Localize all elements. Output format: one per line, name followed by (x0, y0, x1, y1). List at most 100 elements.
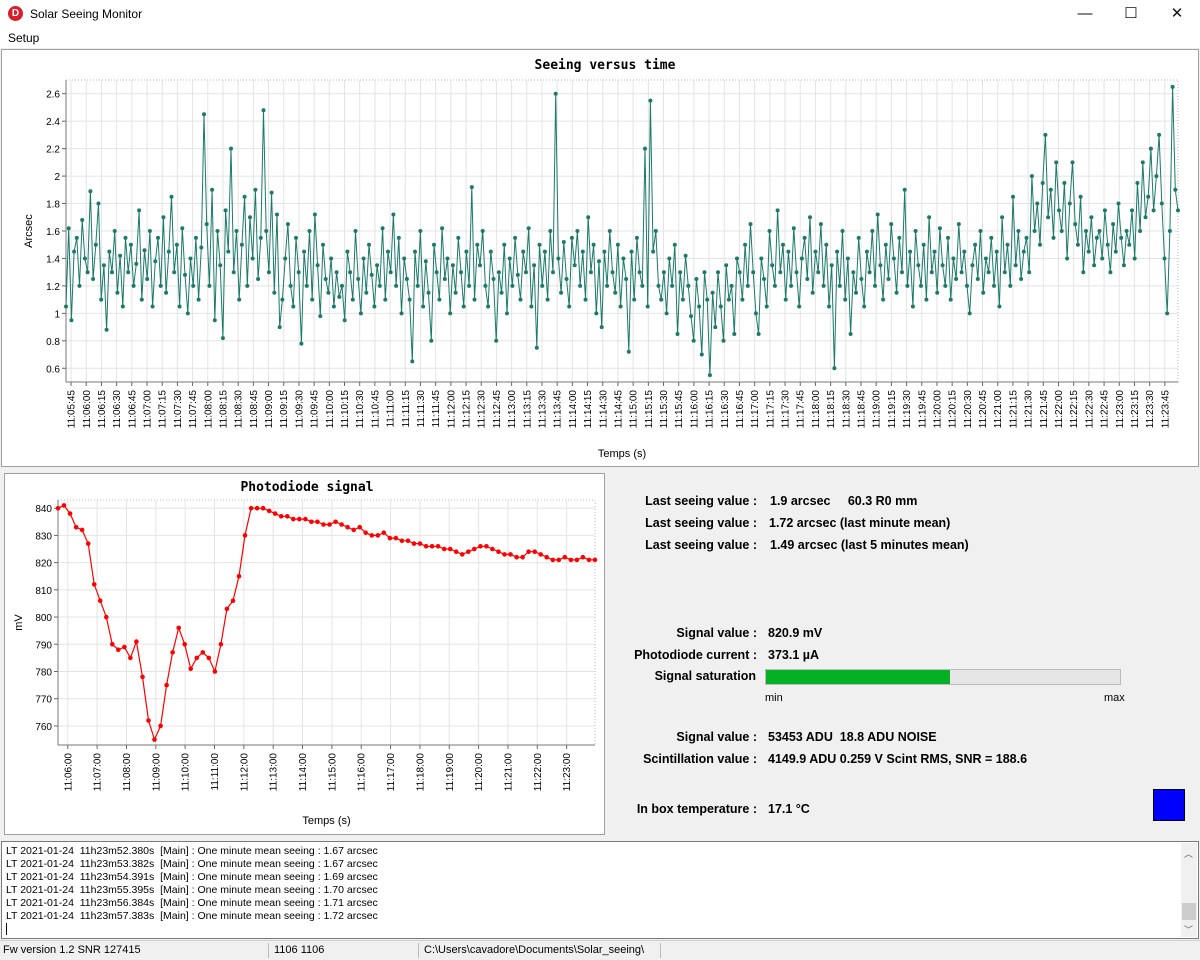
data-point (140, 674, 145, 680)
last-5min-seeing-value: 1.49 arcsec (last 5 minutes mean) (770, 538, 969, 552)
data-point (610, 270, 615, 275)
y-tick-label: 780 (35, 668, 52, 679)
data-point (116, 647, 121, 652)
data-point (1054, 160, 1059, 165)
saturation-fill (766, 670, 951, 684)
data-point (894, 290, 899, 295)
data-point (675, 332, 680, 336)
data-point (794, 270, 799, 275)
data-point (743, 242, 748, 247)
firmware-status: Fw version 1.2 SNR 127415 (3, 944, 141, 956)
path-status: C:\Users\cavadore\Documents\Solar_seeing… (424, 944, 645, 956)
data-point (726, 297, 731, 302)
data-point (1102, 208, 1107, 213)
data-point (965, 283, 969, 288)
x-tick-label: 11:21:00 (503, 753, 514, 792)
data-point (1048, 187, 1053, 192)
data-point (1086, 249, 1091, 254)
data-point (387, 535, 393, 541)
data-point (748, 222, 753, 227)
data-point (653, 229, 658, 233)
data-point (778, 270, 783, 275)
data-point (854, 290, 858, 295)
data-point (640, 283, 645, 288)
scroll-down-icon[interactable]: ﹀ (1184, 923, 1193, 936)
data-point (645, 304, 650, 309)
data-point (550, 557, 556, 563)
data-point (1021, 249, 1026, 254)
data-point (959, 270, 964, 275)
x-tick-label: 11:23:30 (1145, 390, 1156, 429)
data-point (1127, 242, 1132, 247)
scroll-up-icon[interactable]: ︿ (1184, 847, 1193, 860)
data-point (67, 511, 73, 516)
x-tick-label: 11:21:30 (1024, 390, 1035, 429)
x-tick-label: 11:14:00 (298, 753, 309, 792)
x-tick-label: 11:22:15 (1069, 390, 1080, 429)
log-scrollbar[interactable]: ︿ ﹀ (1181, 843, 1197, 937)
data-point (697, 304, 702, 309)
data-point (538, 552, 543, 557)
data-point (260, 505, 266, 511)
y-tick-label: 840 (35, 504, 52, 515)
last-5min-seeing-label: Last seeing value : (645, 538, 757, 552)
x-tick-label: 11:10:00 (181, 753, 192, 792)
data-point (764, 304, 769, 309)
x-tick-label: 11:22:30 (1084, 390, 1095, 429)
x-tick-label: 11:13:00 (269, 753, 280, 792)
data-point (1165, 311, 1170, 316)
data-point (940, 263, 945, 268)
data-point (164, 682, 169, 688)
data-point (526, 549, 531, 554)
data-point (810, 290, 815, 295)
data-point (266, 508, 272, 514)
data-point (1067, 201, 1072, 206)
data-point (802, 235, 807, 240)
series-line (57, 504, 595, 742)
x-tick-label: 11:20:30 (963, 390, 974, 429)
data-point (1029, 174, 1034, 179)
data-point (615, 242, 620, 247)
last-minute-seeing-label: Last seeing value : (645, 516, 757, 530)
data-point (1113, 249, 1118, 254)
data-point (832, 366, 837, 371)
data-point (862, 304, 867, 309)
data-point (848, 332, 853, 336)
data-point (851, 270, 856, 275)
signal-saturation-label: Signal saturation (654, 669, 756, 683)
data-point (1057, 208, 1061, 213)
x-tick-label: 11:23:00 (562, 753, 573, 792)
data-point (1170, 84, 1175, 89)
data-point (759, 256, 764, 261)
data-point (417, 541, 423, 546)
y-tick-label: 800 (35, 613, 52, 624)
x-tick-label: 11:12:00 (239, 753, 250, 792)
data-point (789, 283, 794, 288)
x-tick-label: 11:19:15 (887, 390, 898, 429)
data-point (835, 249, 840, 254)
data-point (285, 514, 290, 519)
data-point (1135, 181, 1140, 185)
data-point (1073, 222, 1078, 227)
data-point (1051, 235, 1056, 240)
data-point (1019, 277, 1024, 281)
x-tick-label: 11:18:15 (826, 390, 837, 429)
data-point (514, 554, 519, 560)
data-point (951, 256, 956, 261)
data-point (1146, 194, 1151, 199)
data-point (291, 516, 296, 522)
x-tick-label: 11:14:45 (613, 390, 624, 429)
text-cursor (6, 923, 7, 935)
data-point (735, 256, 739, 261)
log-textbox[interactable]: LT 2021-01-24 11h23m52.380s [Main] : One… (1, 841, 1199, 939)
saturation-min-label: min (765, 692, 783, 704)
data-point (1024, 235, 1029, 240)
data-point (707, 373, 712, 378)
data-point (621, 256, 626, 261)
data-point (781, 242, 785, 247)
scroll-thumb[interactable] (1182, 903, 1196, 920)
x-tick-label: 11:16:00 (357, 753, 368, 792)
data-point (634, 235, 639, 240)
data-point (466, 549, 471, 554)
data-point (212, 669, 218, 674)
